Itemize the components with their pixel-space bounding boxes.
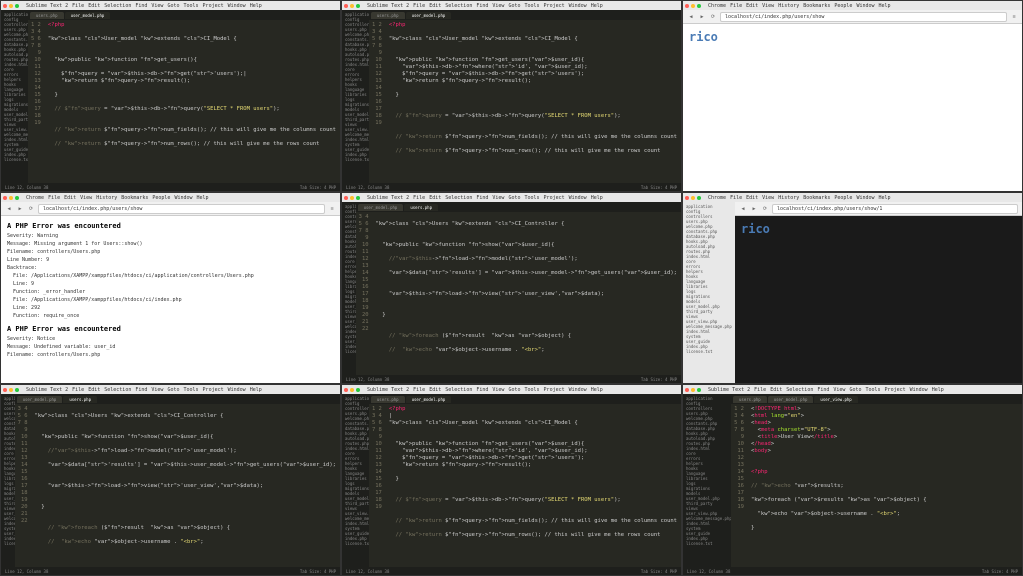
menubar-sublime[interactable]: Sublime Text 2FileEditSelectionFindViewG… — [1, 385, 340, 394]
pane-editor-ctrl-1: Sublime Text 2FileEditSelectionFindViewG… — [341, 192, 682, 384]
tab-active[interactable]: user_view.php — [814, 396, 857, 403]
fwd-icon[interactable]: ▶ — [750, 205, 758, 213]
pane-editor-model-2: Sublime Text 2FileEditSelectionFindViewG… — [341, 0, 682, 192]
menubar-chrome[interactable]: ChromeFileEditViewHistoryBookmarksPeople… — [1, 193, 340, 202]
tabs[interactable]: users.phpuser_model.php — [369, 10, 681, 20]
addressbar[interactable]: ◀▶⟳localhost/ci/index.php/users/show≡ — [683, 10, 1022, 24]
file-sidebar[interactable]: applicationconfigcontrollersusers.phpwel… — [1, 394, 15, 575]
tab[interactable]: users.php — [371, 12, 405, 19]
pane-browser-split: ChromeFileEditViewHistoryBookmarksPeople… — [682, 192, 1023, 384]
tabs[interactable]: user_model.phpusers.php — [356, 202, 681, 212]
code-area[interactable]: <?php "kw">class "cls">User_model "kw">e… — [385, 20, 681, 191]
fwd-icon[interactable]: ▶ — [698, 13, 706, 21]
url-field[interactable]: localhost/ci/index.php/users/show — [720, 12, 1007, 22]
file-sidebar[interactable]: applicationconfigcontrollersusers.phpwel… — [683, 202, 735, 383]
code-area[interactable]: <?php "kw">class "cls">User_model "kw">e… — [44, 20, 340, 191]
menubar-sublime[interactable]: Sublime Text 2FileEditSelectionFindViewG… — [342, 193, 681, 202]
code-area[interactable]: <?php | "kw">class "cls">User_model "kw"… — [385, 404, 681, 575]
file-sidebar[interactable]: applicationconfigcontrollersusers.phpwel… — [342, 10, 369, 191]
tab[interactable]: user_model.php — [358, 204, 404, 211]
statusbar: Line 12, Column 38Tab Size: 4 PHP — [1, 567, 340, 575]
back-icon[interactable]: ◀ — [739, 205, 747, 213]
tabs[interactable]: users.phpuser_model.php — [28, 10, 340, 20]
menubar-sublime[interactable]: Sublime Text 2FileEditSelectionFindViewG… — [342, 1, 681, 10]
statusbar: Line 12, Column 38Tab Size: 4 PHP — [342, 375, 681, 383]
pane-browser-logo: ChromeFileEditViewHistoryBookmarksPeople… — [682, 0, 1023, 192]
tab[interactable]: user_model.php — [17, 396, 63, 403]
tab-active[interactable]: user_model.php — [406, 396, 452, 403]
tab-active[interactable]: user_model.php — [406, 12, 452, 19]
code-area[interactable]: "kw">class "cls">Users "kw">extends "cls… — [372, 212, 681, 383]
file-sidebar[interactable]: applicationconfigcontrollersusers.phpwel… — [342, 394, 369, 575]
addressbar[interactable]: ◀▶⟳localhost/ci/index.php/users/show/1 — [735, 202, 1022, 216]
addressbar[interactable]: ◀▶⟳localhost/ci/index.php/users/show≡ — [1, 202, 340, 216]
menubar-sublime[interactable]: Sublime Text 2FileEditSelectionFindViewG… — [1, 1, 340, 10]
statusbar: Line 12, Column 38Tab Size: 4 PHP — [1, 183, 340, 191]
menubar-chrome[interactable]: ChromeFileEditViewHistoryBookmarksPeople… — [683, 193, 1022, 202]
url-field[interactable]: localhost/ci/index.php/users/show/1 — [772, 204, 1018, 214]
back-icon[interactable]: ◀ — [5, 205, 13, 213]
error-page: A PHP Error was encountered Severity: Wa… — [1, 216, 340, 383]
pane-editor-view: Sublime Text 2FileEditSelectionFindViewG… — [682, 384, 1023, 576]
menu-icon[interactable]: ≡ — [328, 205, 336, 213]
tab[interactable]: users.php — [371, 396, 405, 403]
tab[interactable]: users.php — [733, 396, 767, 403]
code-area[interactable]: "kw">class "cls">Users "kw">extends "cls… — [31, 404, 340, 575]
url-field[interactable]: localhost/ci/index.php/users/show — [38, 204, 325, 214]
statusbar: Line 12, Column 38Tab Size: 4 PHP — [342, 183, 681, 191]
tabs[interactable]: users.phpuser_model.phpuser_view.php — [731, 394, 1022, 404]
page-content: rico — [683, 24, 1022, 191]
statusbar: Line 12, Column 38Tab Size: 4 PHP — [342, 567, 681, 575]
pane-editor-ctrl-2: Sublime Text 2FileEditSelectionFindViewG… — [0, 384, 341, 576]
code-area[interactable]: <!DOCTYPE html> <html lang="en"> <head> … — [747, 404, 1022, 575]
pane-browser-error: ChromeFileEditViewHistoryBookmarksPeople… — [0, 192, 341, 384]
menu-icon[interactable]: ≡ — [1010, 13, 1018, 21]
reload-icon[interactable]: ⟳ — [709, 13, 717, 21]
statusbar: Line 12, Column 38Tab Size: 4 PHP — [683, 567, 1022, 575]
reload-icon[interactable]: ⟳ — [27, 205, 35, 213]
page-content: rico — [735, 216, 1022, 383]
tab[interactable]: users.php — [30, 12, 64, 19]
logo-text: rico — [741, 222, 1016, 236]
menubar-chrome[interactable]: ChromeFileEditViewHistoryBookmarksPeople… — [683, 1, 1022, 10]
error-title: A PHP Error was encountered — [7, 222, 334, 230]
file-sidebar[interactable]: applicationconfigcontrollersusers.phpwel… — [342, 202, 356, 383]
tab-active[interactable]: user_model.php — [65, 12, 111, 19]
fwd-icon[interactable]: ▶ — [16, 205, 24, 213]
menubar-sublime[interactable]: Sublime Text 2FileEditSelectionFindViewG… — [342, 385, 681, 394]
menubar-sublime[interactable]: Sublime Text 2FileEditSelectionFindViewG… — [683, 385, 1022, 394]
tabs[interactable]: users.phpuser_model.php — [369, 394, 681, 404]
file-sidebar[interactable]: applicationconfigcontrollersusers.phpwel… — [1, 10, 28, 191]
error-title-2: A PHP Error was encountered — [7, 325, 334, 333]
logo-text: rico — [689, 30, 1016, 44]
pane-editor-model-1: Sublime Text 2FileEditSelectionFindViewG… — [0, 0, 341, 192]
reload-icon[interactable]: ⟳ — [761, 205, 769, 213]
tab-active[interactable]: users.php — [404, 204, 438, 211]
back-icon[interactable]: ◀ — [687, 13, 695, 21]
file-sidebar[interactable]: applicationconfigcontrollersusers.phpwel… — [683, 394, 731, 575]
tabs[interactable]: user_model.phpusers.php — [15, 394, 340, 404]
tab-active[interactable]: users.php — [63, 396, 97, 403]
pane-editor-model-3: Sublime Text 2FileEditSelectionFindViewG… — [341, 384, 682, 576]
tab[interactable]: user_model.php — [768, 396, 814, 403]
